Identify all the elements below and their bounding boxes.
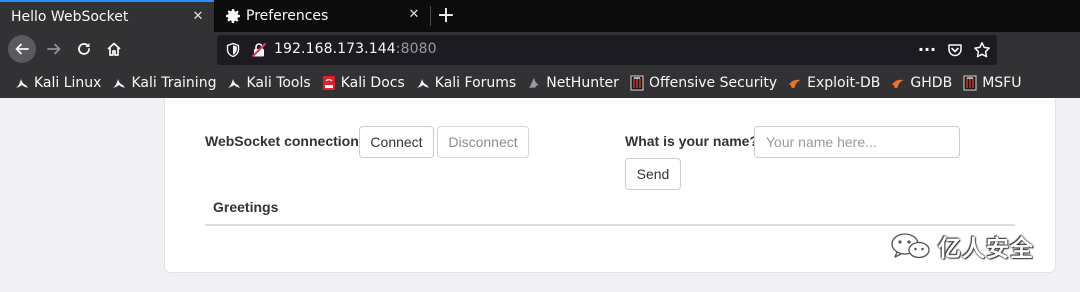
name-input[interactable]: [754, 126, 960, 158]
bookmark-label: Exploit-DB: [807, 75, 881, 91]
bookmark-msfu[interactable]: MSFU: [962, 68, 1021, 98]
arrow-right-icon: [47, 43, 61, 55]
bookmark-nethunter[interactable]: NetHunter: [526, 68, 619, 98]
bookmark-ghdb[interactable]: GHDB: [890, 68, 952, 98]
home-button[interactable]: [100, 35, 128, 63]
forward-button[interactable]: [40, 35, 68, 63]
bookmark-kali-docs[interactable]: Kali Docs: [321, 68, 405, 98]
close-tab-icon[interactable]: ✕: [190, 9, 206, 25]
insecure-connection-lock-icon[interactable]: [251, 42, 267, 58]
bookmarks-toolbar: Kali Linux Kali Training Kali Tools Kali Do…: [0, 68, 1080, 98]
tab-title: Hello WebSocket: [11, 9, 129, 25]
exploitdb-icon: [890, 75, 906, 91]
bookmark-kali-linux[interactable]: Kali Linux: [14, 68, 101, 98]
tab-hello-websocket[interactable]: Hello WebSocket ✕: [0, 0, 214, 32]
nethunter-icon: [526, 75, 542, 91]
gear-icon: [226, 9, 240, 23]
bookmark-exploit-db[interactable]: Exploit-DB: [787, 68, 880, 98]
kali-dragon-icon: [14, 75, 30, 91]
disconnect-button[interactable]: Disconnect: [437, 126, 529, 158]
url-host: 192.168.173.144: [274, 41, 396, 57]
new-tab-button[interactable]: +: [434, 2, 458, 30]
watermark-text: 亿人安全: [938, 236, 1034, 262]
greetings-header: Greetings: [213, 199, 279, 215]
kali-dragon-icon: [226, 75, 242, 91]
bookmark-kali-training[interactable]: Kali Training: [111, 68, 216, 98]
kali-dragon-icon: [415, 75, 431, 91]
reload-button[interactable]: [70, 35, 98, 63]
bookmark-offensive-security[interactable]: Offensive Security: [629, 68, 777, 98]
page-actions-menu-icon[interactable]: ···: [917, 41, 937, 59]
bookmark-kali-forums[interactable]: Kali Forums: [415, 68, 516, 98]
home-icon: [107, 42, 121, 56]
arrow-left-icon: [15, 43, 29, 55]
bookmark-label: MSFU: [982, 75, 1022, 91]
url-text[interactable]: 192.168.173.144:8080: [274, 41, 437, 57]
page-content: WebSocket connection: Connect Disconnect…: [0, 98, 1080, 292]
tracking-protection-shield-icon[interactable]: [225, 42, 241, 58]
close-tab-icon[interactable]: ✕: [406, 7, 422, 23]
bookmark-kali-tools[interactable]: Kali Tools: [226, 68, 311, 98]
bookmark-label: Kali Docs: [340, 75, 405, 91]
bookmark-label: Kali Tools: [246, 75, 311, 91]
exploitdb-icon: [787, 75, 803, 91]
name-label: What is your name?: [625, 133, 759, 149]
offsec-icon: [629, 75, 645, 91]
tab-strip: Hello WebSocket ✕ Preferences ✕ +: [0, 0, 1080, 32]
reload-icon: [78, 43, 90, 55]
websocket-connection-label: WebSocket connection:: [205, 133, 364, 149]
bookmark-label: Offensive Security: [648, 75, 778, 91]
offsec-icon: [962, 75, 978, 91]
table-header-rule: [205, 224, 1015, 226]
navigation-toolbar: 192.168.173.144:8080 ···: [0, 32, 1080, 68]
bookmark-label: Kali Linux: [34, 75, 102, 91]
connect-button[interactable]: Connect: [359, 126, 434, 158]
kali-docs-icon: [321, 75, 337, 91]
wechat-logo-icon: [891, 233, 930, 259]
bookmark-star-icon[interactable]: [973, 41, 991, 59]
tab-title: Preferences: [246, 8, 329, 24]
bookmark-label: Kali Training: [131, 75, 217, 91]
tab-preferences[interactable]: Preferences ✕: [215, 0, 430, 32]
kali-dragon-icon: [111, 75, 127, 91]
watermark: 亿人安全: [888, 228, 1034, 264]
bookmark-label: Kali Forums: [434, 75, 517, 91]
pocket-icon[interactable]: [947, 42, 963, 58]
bookmark-label: GHDB: [910, 75, 953, 91]
send-button[interactable]: Send: [625, 158, 681, 190]
url-port: :8080: [395, 41, 437, 57]
back-button[interactable]: [8, 35, 36, 63]
tab-separator: [430, 6, 431, 26]
url-bar[interactable]: 192.168.173.144:8080 ···: [217, 35, 997, 65]
bookmark-label: NetHunter: [546, 75, 619, 91]
